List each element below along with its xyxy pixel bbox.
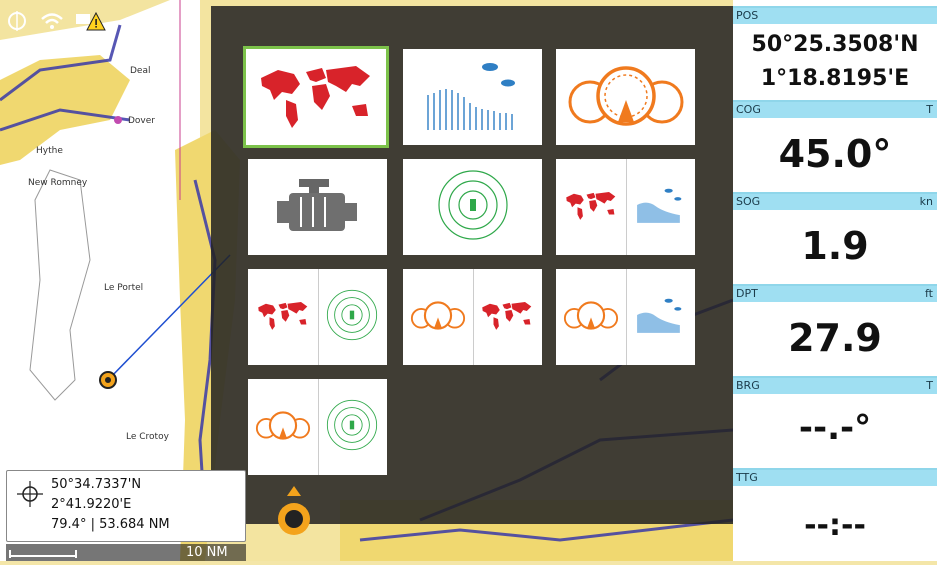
place-label: Dover [128, 116, 155, 126]
data-panel: POS 50°25.3508'N 1°18.8195'E COG T 45.0° … [733, 0, 937, 561]
data-cell-sog[interactable]: SOG kn 1.9 [733, 192, 937, 284]
gps-status-icon[interactable] [6, 10, 28, 36]
home-button[interactable] [249, 474, 339, 544]
wifi-icon[interactable] [40, 10, 64, 36]
data-cell-label: POS [736, 9, 759, 22]
sonar-icon [418, 55, 528, 139]
alarm-warning-icon[interactable] [76, 10, 106, 36]
cursor-info-box[interactable]: 50°34.7337'N 2°41.9220'E 79.4° | 53.684 … [6, 470, 246, 542]
radar-icon [323, 286, 381, 348]
page-tile-chart[interactable] [243, 46, 389, 148]
page-tile-radar[interactable] [403, 159, 542, 255]
cursor-longitude: 2°41.9220'E [51, 497, 132, 512]
gauges-icon [255, 408, 311, 446]
depth-value: 27.9 [788, 316, 882, 360]
sonar-icon [632, 184, 688, 230]
place-label: New Romney [28, 178, 88, 188]
place-label: Le Portel [104, 283, 144, 293]
page-tile-chart-radar[interactable] [248, 269, 387, 365]
page-tile-instruments-radar[interactable] [248, 379, 387, 475]
data-cell-label: TTG [736, 471, 758, 484]
ttg-value: --:-- [804, 508, 866, 543]
place-label: Deal [130, 66, 151, 76]
page-tile-engine[interactable] [248, 159, 387, 255]
radar-icon [433, 165, 513, 249]
page-tile-instruments-chart[interactable] [403, 269, 542, 365]
world-map-icon [256, 60, 376, 134]
gauges-icon [563, 298, 619, 336]
radar-icon [323, 396, 381, 458]
sog-value: 1.9 [801, 224, 869, 268]
pages-menu [211, 6, 733, 524]
position-latitude: 50°25.3508'N [751, 32, 919, 57]
data-cell-unit: T [926, 379, 933, 392]
bearing-value: --.-° [798, 408, 872, 448]
data-cell-label: BRG [736, 379, 760, 392]
data-cell-ttg[interactable]: TTG --:-- [733, 468, 937, 563]
gauges-icon [410, 298, 466, 336]
engine-icon [273, 173, 363, 241]
crosshair-icon [17, 481, 43, 511]
world-map-icon [480, 298, 534, 336]
page-tile-instruments[interactable] [556, 49, 695, 145]
data-cell-unit: T [926, 103, 933, 116]
data-cell-label: COG [736, 103, 761, 116]
data-cell-bearing[interactable]: BRG T --.-° [733, 376, 937, 468]
data-cell-cog[interactable]: COG T 45.0° [733, 100, 937, 192]
status-icons [6, 10, 106, 36]
cursor-latitude: 50°34.7337'N [51, 477, 142, 492]
data-cell-depth[interactable]: DPT ft 27.9 [733, 284, 937, 376]
world-map-icon [564, 188, 618, 226]
page-tile-chart-sonar[interactable] [556, 159, 695, 255]
cursor-bearing-range: 79.4° | 53.684 NM [51, 517, 170, 532]
gauges-icon [566, 60, 686, 134]
position-longitude: 1°18.8195'E [760, 66, 910, 91]
page-tile-instruments-sonar[interactable] [556, 269, 695, 365]
place-label: Hythe [36, 146, 63, 156]
data-cell-unit: kn [919, 195, 933, 208]
data-cell-label: SOG [736, 195, 761, 208]
data-cell-unit: ft [925, 287, 933, 300]
scale-label: 10 NM [186, 545, 228, 560]
page-tile-sonar[interactable] [403, 49, 542, 145]
sonar-icon [632, 294, 688, 340]
data-cell-label: DPT [736, 287, 758, 300]
data-cell-position[interactable]: POS 50°25.3508'N 1°18.8195'E [733, 6, 937, 100]
cog-value: 45.0° [778, 132, 892, 176]
place-label: Le Crotoy [126, 432, 169, 442]
world-map-icon [256, 298, 310, 336]
